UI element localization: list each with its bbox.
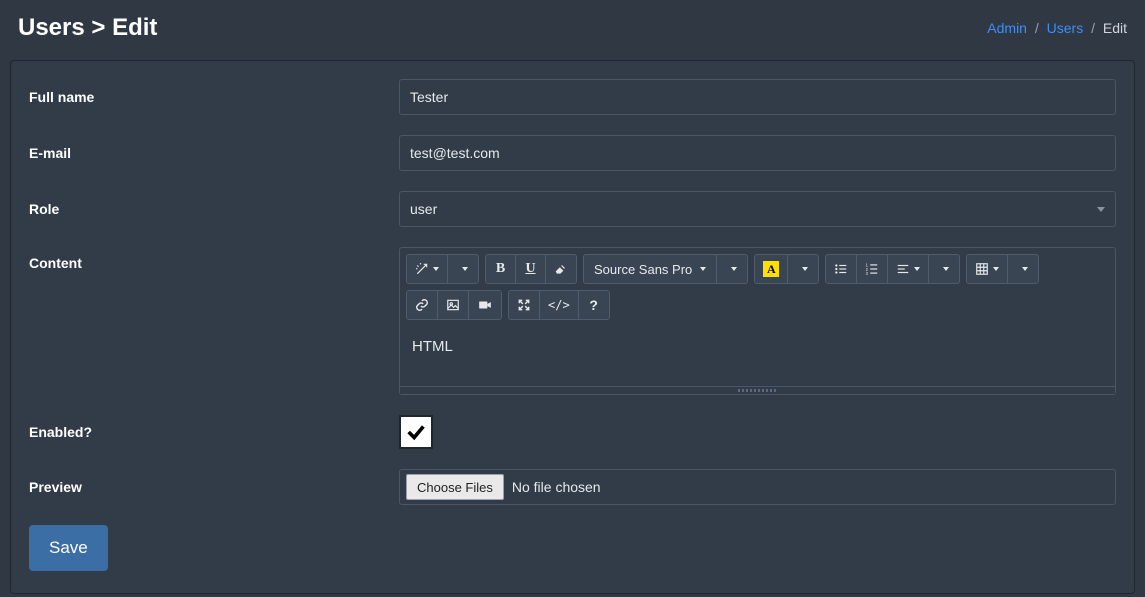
edit-user-panel: Full name E-mail Role user Content [10, 60, 1135, 594]
label-enabled: Enabled? [29, 424, 389, 440]
image-icon [446, 298, 460, 312]
save-button[interactable]: Save [29, 525, 108, 571]
label-role: Role [29, 201, 389, 217]
link-icon [415, 298, 429, 312]
choose-files-button[interactable]: Choose Files [406, 474, 504, 500]
link-button[interactable] [407, 291, 438, 319]
paragraph-more-button[interactable] [929, 255, 959, 283]
magic-wand-icon [415, 262, 429, 276]
breadcrumb-admin-link[interactable]: Admin [987, 20, 1027, 36]
help-button[interactable]: ? [579, 291, 609, 319]
breadcrumb-current: Edit [1103, 20, 1127, 36]
role-select-value: user [410, 201, 437, 217]
svg-text:3: 3 [866, 271, 869, 276]
editor-toolbar: B U Source Sans Pro A [400, 248, 1115, 326]
font-family-more-button[interactable] [717, 255, 747, 283]
eraser-icon [554, 262, 568, 276]
video-icon [477, 298, 493, 312]
breadcrumb: Admin / Users / Edit [987, 20, 1127, 36]
editor-resize-handle[interactable] [400, 386, 1115, 394]
text-color-icon: A [763, 261, 779, 277]
breadcrumb-users-link[interactable]: Users [1047, 20, 1084, 36]
preview-file-input[interactable]: Choose Files No file chosen [399, 469, 1116, 505]
full-name-input[interactable] [399, 79, 1116, 115]
fullscreen-button[interactable] [509, 291, 540, 319]
email-input[interactable] [399, 135, 1116, 171]
ordered-list-button[interactable]: 123 [857, 255, 888, 283]
unordered-list-button[interactable] [826, 255, 857, 283]
table-icon [975, 262, 989, 276]
bold-button[interactable]: B [486, 255, 516, 283]
table-more-button[interactable] [1008, 255, 1038, 283]
list-ol-icon: 123 [865, 262, 879, 276]
underline-button[interactable]: U [516, 255, 546, 283]
label-email: E-mail [29, 145, 389, 161]
breadcrumb-sep: / [1087, 20, 1099, 36]
text-color-button[interactable]: A [755, 255, 788, 283]
file-status-text: No file chosen [512, 479, 601, 495]
code-view-button[interactable]: </> [540, 291, 579, 319]
style-dropdown-button[interactable] [448, 255, 478, 283]
eraser-button[interactable] [546, 255, 576, 283]
align-icon [896, 262, 910, 276]
font-family-label: Source Sans Pro [594, 262, 692, 277]
label-content: Content [29, 247, 389, 271]
chevron-down-icon [1097, 207, 1105, 212]
fullscreen-icon [517, 298, 531, 312]
label-preview: Preview [29, 479, 389, 495]
role-select[interactable]: user [399, 191, 1116, 227]
image-button[interactable] [438, 291, 469, 319]
video-button[interactable] [469, 291, 501, 319]
breadcrumb-sep: / [1031, 20, 1043, 36]
text-color-more-button[interactable] [788, 255, 818, 283]
magic-button[interactable] [407, 255, 448, 283]
check-icon [405, 421, 427, 443]
editor-content[interactable]: HTML [400, 326, 1115, 386]
label-full-name: Full name [29, 89, 389, 105]
paragraph-align-button[interactable] [888, 255, 929, 283]
page-title: Users > Edit [18, 14, 157, 42]
table-button[interactable] [967, 255, 1008, 283]
enabled-checkbox[interactable] [399, 415, 433, 449]
font-family-button[interactable]: Source Sans Pro [584, 255, 717, 283]
list-ul-icon [834, 262, 848, 276]
rich-text-editor: B U Source Sans Pro A [399, 247, 1116, 395]
